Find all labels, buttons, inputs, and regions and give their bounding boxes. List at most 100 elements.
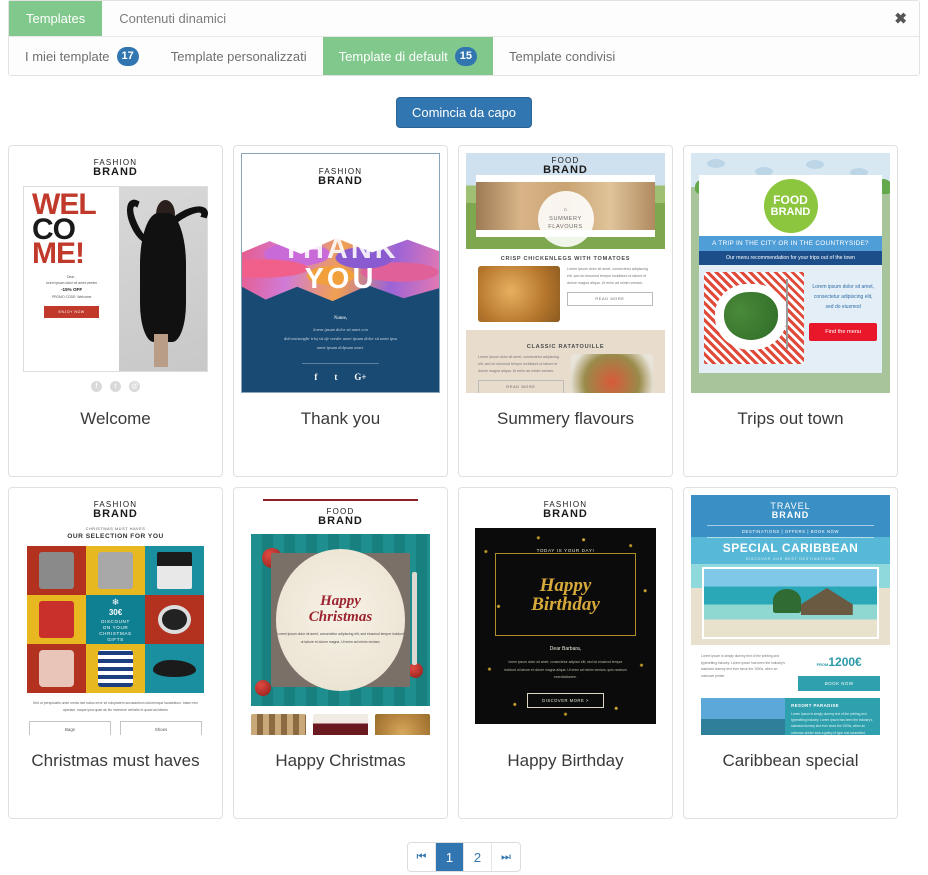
recipe-2-body: Lorem ipsum dolor sit amet, consectetur … <box>478 355 559 373</box>
welcome-word-3: ME! <box>32 237 85 271</box>
xmas-subtitle-1: CHRISTMAS MUST HAVES <box>85 527 146 531</box>
product-cell-cardigan <box>86 546 145 595</box>
page-button-2[interactable]: 2 <box>464 843 492 871</box>
model-legs <box>154 334 169 368</box>
tab-template-condivisi[interactable]: Template condivisi <box>493 37 631 75</box>
brand-mark: FASHION BRAND <box>16 501 215 520</box>
last-page-button[interactable]: ⏭ <box>492 843 520 871</box>
bauble-icon <box>407 663 423 679</box>
close-icon[interactable]: ✖ <box>894 11 907 26</box>
food-brand-logo: FOOD BRAND <box>763 179 818 233</box>
welcome-copy: Dear , lorem ipsum dolor sit amet veeder… <box>46 274 97 301</box>
thankyou-body-area: Name, lorem ipsum dolor sit amet con dol… <box>242 302 439 392</box>
pagination-row: ⏮ 1 2 ⏭ <box>0 842 928 872</box>
template-card-trips-out-town[interactable]: FOOD BRAND A TRIP IN THE CITY OR IN THE … <box>683 145 898 477</box>
template-preview-summery-flavours: FOOD BRAND ⌂ SUMMERY FLAVOURS CRISP CHIC… <box>466 153 665 393</box>
top-tabbar: Templates Contenuti dinamici ✖ <box>9 1 919 37</box>
palm-tree-icon <box>773 589 801 613</box>
brand-mark: FASHION BRAND <box>16 159 215 178</box>
plate: Happy Christmas Lorem ipsum dolor sit am… <box>276 549 405 691</box>
bauble-icon <box>254 679 271 696</box>
discount-line-1: DISCOUNT <box>101 618 130 624</box>
twitter-icon: t <box>110 381 121 392</box>
discover-more-cta: DISCOVER MORE > <box>527 692 604 708</box>
welcome-promo: PROMO CODE: Welcome <box>51 295 92 300</box>
page-button-1[interactable]: 1 <box>436 843 464 871</box>
resort-panel: RESORT PARADISE Lorem Ipsum is simply du… <box>701 698 880 735</box>
template-title: Happy Birthday <box>507 751 624 770</box>
template-preview-trips-out-town: FOOD BRAND A TRIP IN THE CITY OR IN THE … <box>691 153 890 393</box>
email-icon: @ <box>129 381 140 392</box>
tab-contenuti-dinamici-label: Contenuti dinamici <box>119 11 227 26</box>
brand-mark: TRAVEL BRAND <box>691 501 890 521</box>
recipe-2-band: CLASSIC RATATOUILLE Lorem ipsum dolor si… <box>466 330 665 393</box>
birthday-glitter-card: TODAY IS YOUR DAY! Happy Birthday Dear B… <box>475 528 656 724</box>
salad <box>724 292 779 341</box>
tab-template-personalizzati[interactable]: Template personalizzati <box>155 37 323 75</box>
bags-button: Bags <box>29 720 111 735</box>
divider <box>301 363 380 365</box>
tab-contenuti-dinamici[interactable]: Contenuti dinamici <box>102 1 243 36</box>
facebook-icon: f <box>314 372 318 383</box>
discount-cell: ❄ 30€ DISCOUNT ON YOUR CHRISTMAS GIFTS <box>86 595 145 644</box>
summery-badge: ⌂ SUMMERY FLAVOURS <box>537 191 594 247</box>
welcome-model-photo <box>119 187 214 371</box>
templates-panel: Templates Contenuti dinamici ✖ I miei te… <box>8 0 920 76</box>
discount-block: ❄ 30€ DISCOUNT ON YOUR CHRISTMAS GIFTS <box>99 596 131 644</box>
snowflake-icon: ❄ <box>111 596 120 607</box>
christmas-body: Lorem ipsum dolor sit amet, consectetur … <box>277 632 404 644</box>
product-cell-striped-shirt <box>86 644 145 693</box>
summery-hero: FOOD BRAND ⌂ SUMMERY FLAVOURS <box>466 153 665 249</box>
christmas-table-photo: Happy Christmas Lorem ipsum dolor sit am… <box>251 534 430 706</box>
sub-tabbar: I miei template 17 Template personalizza… <box>9 37 919 75</box>
brand-line-2: BRAND <box>318 175 363 187</box>
script-line-1: Happy <box>320 592 361 609</box>
price-prefix: FROM <box>816 662 829 667</box>
template-card-happy-birthday[interactable]: FASHION BRAND TODAY IS YOUR DAY! Happy B… <box>458 487 673 819</box>
recipe-2-read-more: READ MORE <box>478 380 564 393</box>
top-rule <box>263 499 418 501</box>
brand-line-2: BRAND <box>543 164 588 176</box>
first-page-button[interactable]: ⏮ <box>408 843 436 871</box>
product-cell-red-shirt <box>27 595 86 644</box>
recipe-1-row: Lorem ipsum dolor sit amet, consectetur … <box>466 266 665 322</box>
welcome-wordmark: WEL CO ME! <box>28 190 115 271</box>
recipe-2-photo <box>571 354 653 393</box>
template-card-happy-christmas[interactable]: FOOD BRAND Happy Christmas Lorem ipsum d… <box>233 487 448 819</box>
template-card-caribbean-special[interactable]: TRAVEL BRAND DESTINATIONS | OFFERS | BOO… <box>683 487 898 819</box>
brand-line-2: BRAND <box>543 508 588 520</box>
xmas-body: Sed ut perspiciatis unde omnis iste natu… <box>32 701 199 712</box>
template-preview-caribbean-special: TRAVEL BRAND DESTINATIONS | OFFERS | BOO… <box>691 495 890 735</box>
beach-hut-icon <box>800 588 853 616</box>
recipe-1-photo <box>478 266 560 322</box>
fork-icon <box>412 571 418 665</box>
thankyou-body-3: amet ipsum dolpsum amet. <box>317 345 364 351</box>
caribbean-nav: DESTINATIONS | OFFERS | BOOK NOW <box>707 525 874 538</box>
trips-body-text: Lorem ipsum dolor sit amet, consectetur … <box>812 284 875 310</box>
template-card-summery-flavours[interactable]: FOOD BRAND ⌂ SUMMERY FLAVOURS CRISP CHIC… <box>458 145 673 477</box>
template-card-christmas-must-haves[interactable]: FASHION BRAND CHRISTMAS MUST HAVES OUR S… <box>8 487 223 819</box>
template-card-thank-you[interactable]: FASHION BRAND THANK YOU Name, lorem ipsu… <box>233 145 448 477</box>
welcome-social-row: f t @ <box>16 381 215 393</box>
script-line-2: Birthday <box>531 593 600 615</box>
tab-templates[interactable]: Templates <box>9 1 103 36</box>
recipe-1-body: Lorem ipsum dolor sit amet, consectetur … <box>567 267 648 285</box>
tab-template-di-default[interactable]: Template di default 15 <box>322 37 494 75</box>
template-preview-happy-christmas: FOOD BRAND Happy Christmas Lorem ipsum d… <box>241 495 440 735</box>
brand-line-2: BRAND <box>771 510 810 521</box>
start-button-row: Comincia da capo <box>0 97 928 128</box>
tab-i-miei-template[interactable]: I miei template 17 <box>9 37 155 75</box>
recipe-2-text-col: Lorem ipsum dolor sit amet, consectetur … <box>478 354 564 393</box>
recipe-1-text-col: Lorem ipsum dolor sit amet, consectetur … <box>567 266 653 307</box>
discount-value: 30€ <box>108 607 123 617</box>
birthday-body: lorem ipsum dolor sit amet, consectetur … <box>504 660 627 680</box>
template-card-welcome[interactable]: FASHION BRAND WEL CO ME! Dear , lorem ip… <box>8 145 223 477</box>
logo-line-2: BRAND <box>770 205 811 218</box>
brand-mark: FOOD BRAND <box>466 157 665 176</box>
caribbean-subhead: DISCOVER OUR BEST DESTINATIONS <box>745 557 836 561</box>
start-from-scratch-button[interactable]: Comincia da capo <box>395 97 533 128</box>
recipe-1-title: CRISP CHICKENLEGS WITH TOMATOES <box>500 256 631 262</box>
trips-body: Lorem ipsum dolor sit amet, consectetur … <box>699 265 882 373</box>
tab-i-miei-template-badge: 17 <box>116 46 139 66</box>
template-title: Christmas must haves <box>31 751 200 770</box>
